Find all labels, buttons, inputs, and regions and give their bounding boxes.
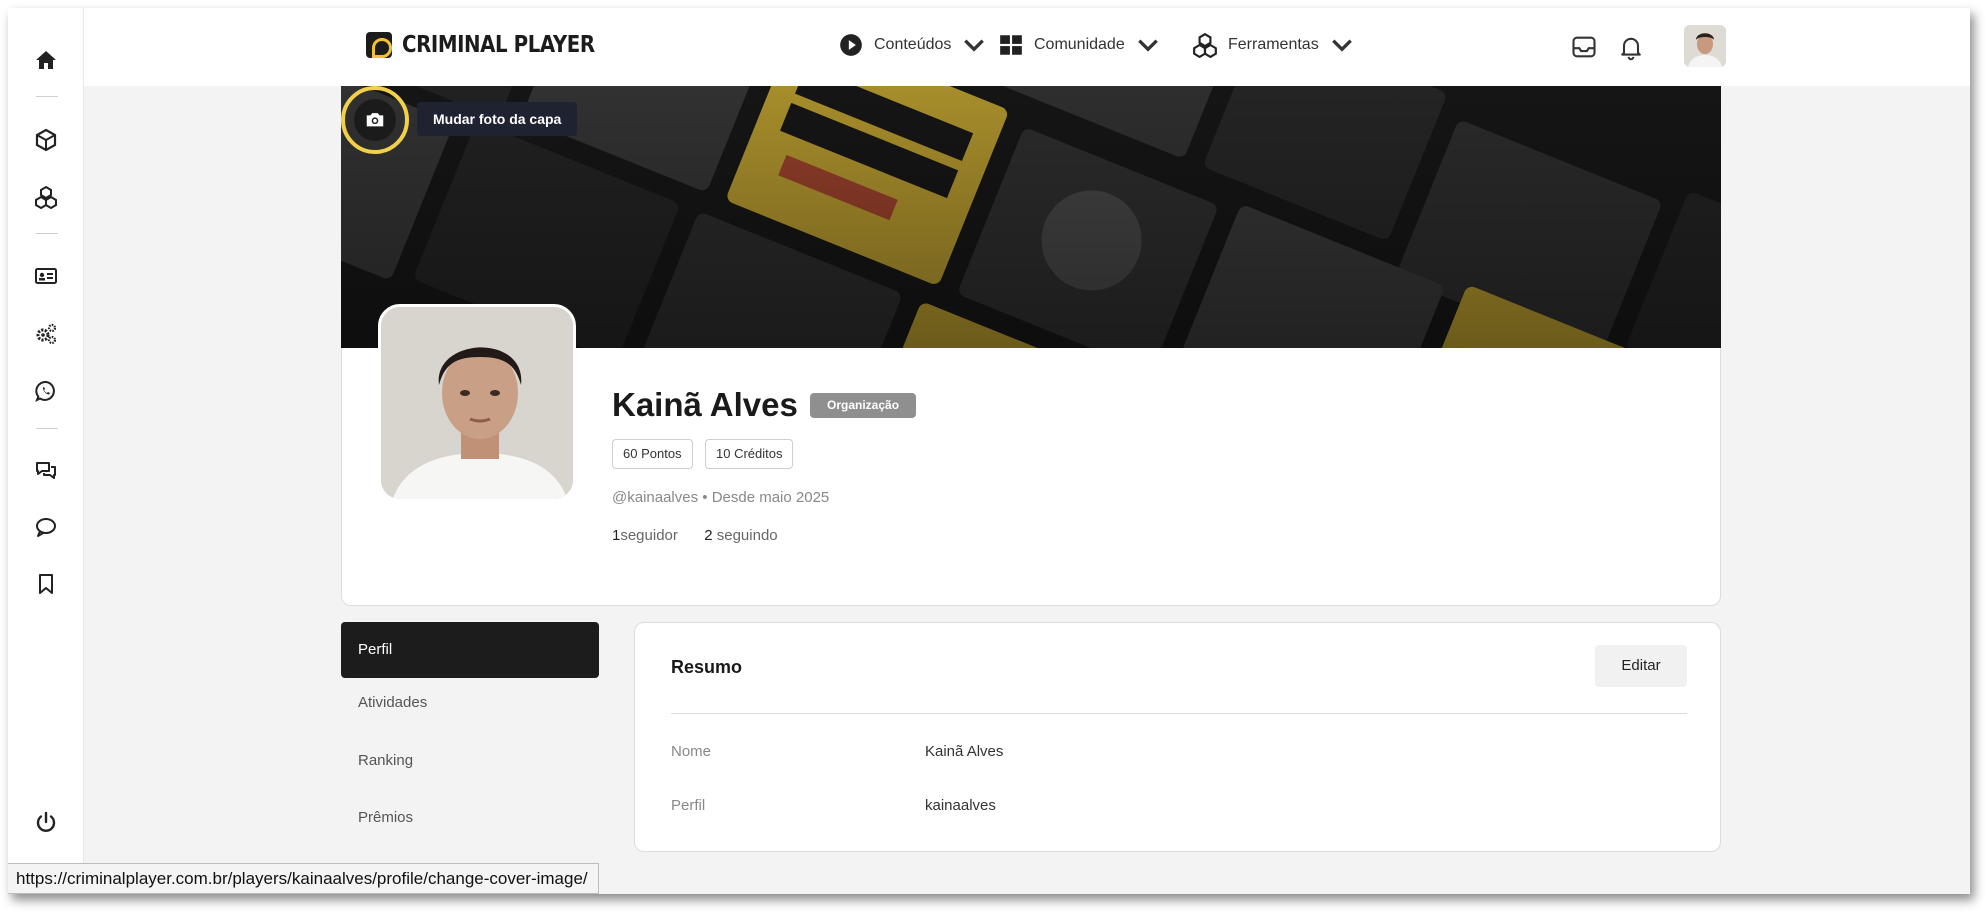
points-pill: 60 Pontos	[612, 439, 693, 469]
camera-icon	[366, 113, 384, 127]
bell-icon[interactable]	[1617, 33, 1645, 61]
credits-pill: 10 Créditos	[705, 439, 794, 469]
play-circle-icon	[840, 34, 862, 56]
cubes-icon[interactable]	[32, 183, 60, 211]
summary-value-perfil: kainaalves	[925, 797, 996, 814]
profile-menu-atividades[interactable]: Atividades	[358, 694, 427, 711]
summary-card: Resumo Editar Nome Kainã Alves Perfil ka…	[634, 622, 1721, 852]
bookmark-icon[interactable]	[32, 570, 60, 598]
power-icon[interactable]	[32, 808, 60, 836]
whatsapp-icon[interactable]	[32, 377, 60, 405]
nav-comunidade-label: Comunidade	[1034, 36, 1125, 53]
chevron-down-icon	[1137, 39, 1158, 52]
summary-label-nome: Nome	[671, 743, 712, 760]
nav-ferramentas[interactable]: Ferramentas	[1192, 32, 1355, 58]
screenshot-frame: CRIMINAL PLAYER Conteúdos Comunidade Fer…	[0, 0, 1987, 922]
browser-window: CRIMINAL PLAYER Conteúdos Comunidade Fer…	[8, 8, 1970, 894]
inbox-icon[interactable]	[1570, 33, 1598, 61]
nav-comunidade[interactable]: Comunidade	[998, 32, 1161, 58]
nav-ferramentas-label: Ferramentas	[1228, 36, 1319, 53]
left-sidebar	[8, 8, 84, 894]
comment-icon[interactable]	[32, 513, 60, 541]
summary-title: Resumo	[671, 657, 743, 677]
sidebar-divider	[36, 96, 58, 97]
home-icon[interactable]	[32, 46, 60, 74]
gears-icon[interactable]	[32, 320, 60, 348]
sidebar-divider	[36, 428, 58, 429]
chevron-down-icon	[1331, 39, 1352, 52]
profile-name: Kainã Alves	[612, 386, 798, 423]
cubes-icon	[1193, 32, 1217, 58]
cube-icon[interactable]	[32, 126, 60, 154]
grid-icon	[1000, 35, 1022, 55]
profile-menu-ranking[interactable]: Ranking	[358, 752, 413, 769]
followers-label: seguidor	[620, 527, 678, 544]
nav-conteudos[interactable]: Conteúdos	[838, 32, 987, 58]
nav-conteudos-label: Conteúdos	[874, 36, 952, 53]
camera-button-circle	[354, 99, 396, 141]
summary-value-nome: Kainã Alves	[925, 743, 1004, 760]
follow-stats: 1seguidor 2 seguindo	[612, 527, 778, 544]
status-bar-url: https://criminalplayer.com.br/players/ka…	[8, 863, 599, 894]
profile-handle-since: @kainaalves • Desde maio 2025	[612, 489, 830, 506]
summary-label-perfil: Perfil	[671, 797, 706, 814]
following-link[interactable]: 2 seguindo	[704, 527, 777, 544]
role-badge: Organização	[810, 393, 917, 418]
comments-icon[interactable]	[32, 456, 60, 484]
top-navbar: CRIMINAL PLAYER Conteúdos Comunidade Fer…	[84, 8, 1970, 86]
profile-menu-perfil[interactable]: Perfil	[341, 622, 599, 678]
edit-button[interactable]: Editar	[1595, 645, 1687, 687]
profile-menu-premios[interactable]: Prêmios	[358, 809, 413, 826]
chevron-down-icon	[964, 39, 985, 52]
followers-link[interactable]: 1seguidor	[612, 527, 678, 544]
summary-divider	[671, 713, 1687, 714]
id-card-icon[interactable]	[32, 262, 60, 290]
brand-logo[interactable]: CRIMINAL PLAYER	[366, 32, 626, 58]
change-cover-tooltip: Mudar foto da capa	[417, 102, 578, 136]
profile-avatar[interactable]	[378, 304, 576, 502]
brand-name: CRIMINAL PLAYER	[402, 32, 595, 58]
user-avatar[interactable]	[1684, 25, 1726, 67]
change-cover-button[interactable]	[341, 86, 409, 154]
logo-mark-icon	[366, 32, 392, 58]
following-label: seguindo	[716, 527, 778, 544]
sidebar-divider	[36, 233, 58, 234]
following-count: 2	[704, 527, 713, 544]
